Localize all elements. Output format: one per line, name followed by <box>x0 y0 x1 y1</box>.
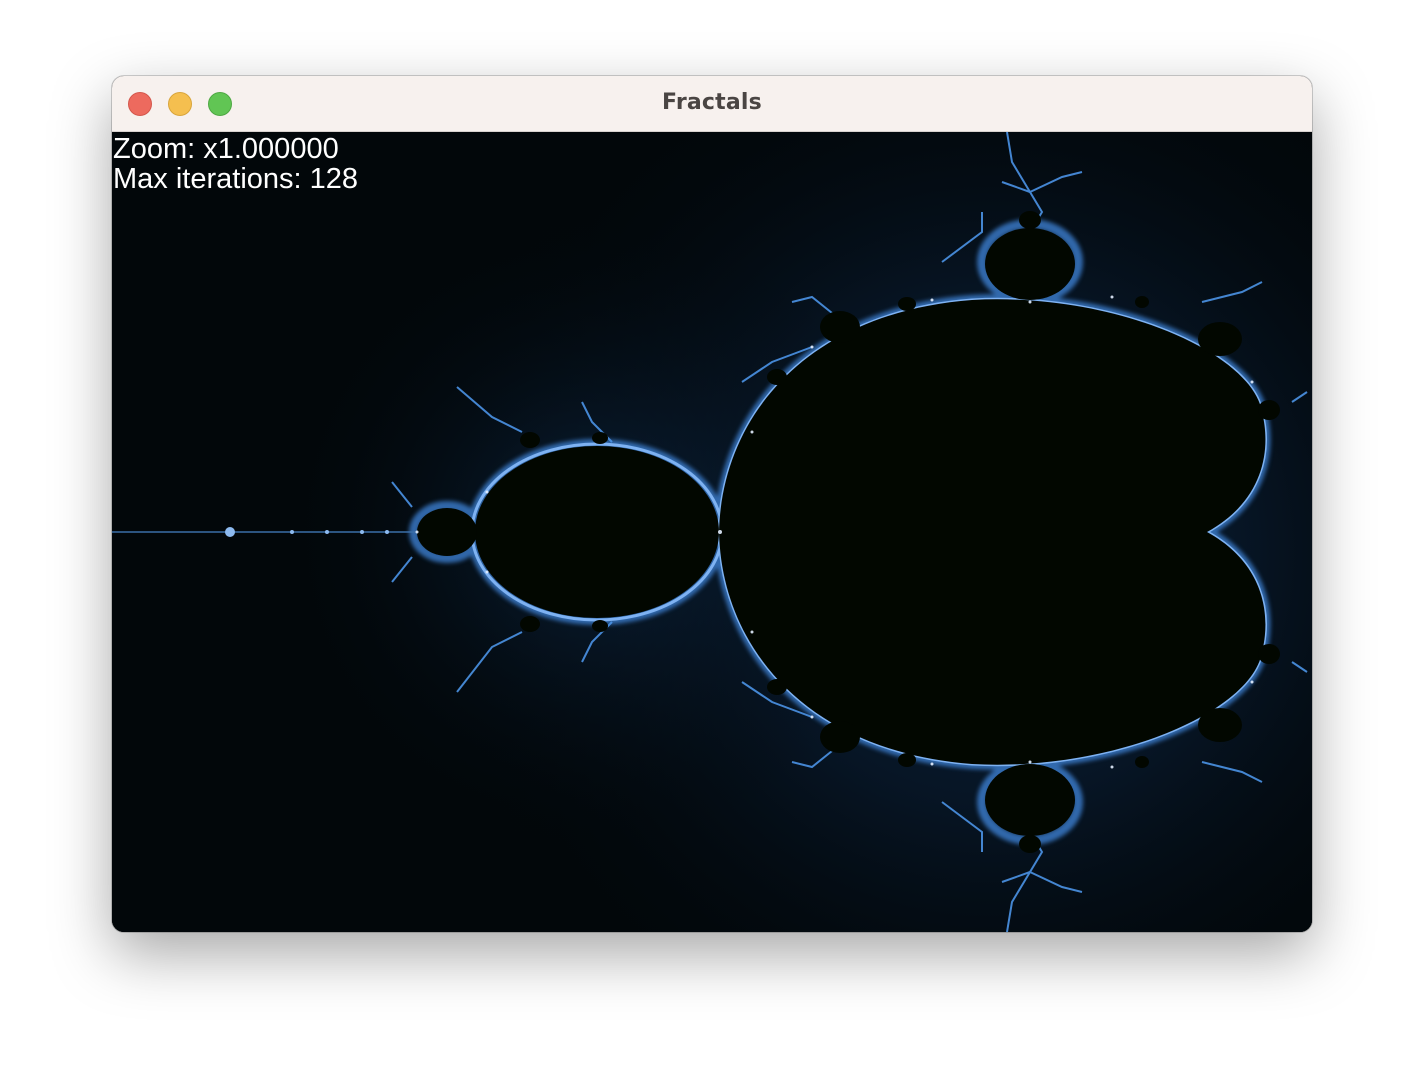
title-bar[interactable]: Fractals <box>112 76 1312 132</box>
zoom-readout: Zoom: x1.000000 <box>113 133 339 165</box>
iterations-readout: Max iterations: 128 <box>113 163 359 195</box>
fractal-canvas[interactable]: Zoom: x1.000000 Max iterations: 128 <box>112 132 1312 932</box>
mandelbrot-render <box>112 132 1312 932</box>
window-title: Fractals <box>662 90 762 115</box>
info-overlay: Zoom: x1.000000 Max iterations: 128 <box>113 134 358 194</box>
app-window: Fractals Zoom: x1.000000 Max iterations:… <box>112 76 1312 932</box>
